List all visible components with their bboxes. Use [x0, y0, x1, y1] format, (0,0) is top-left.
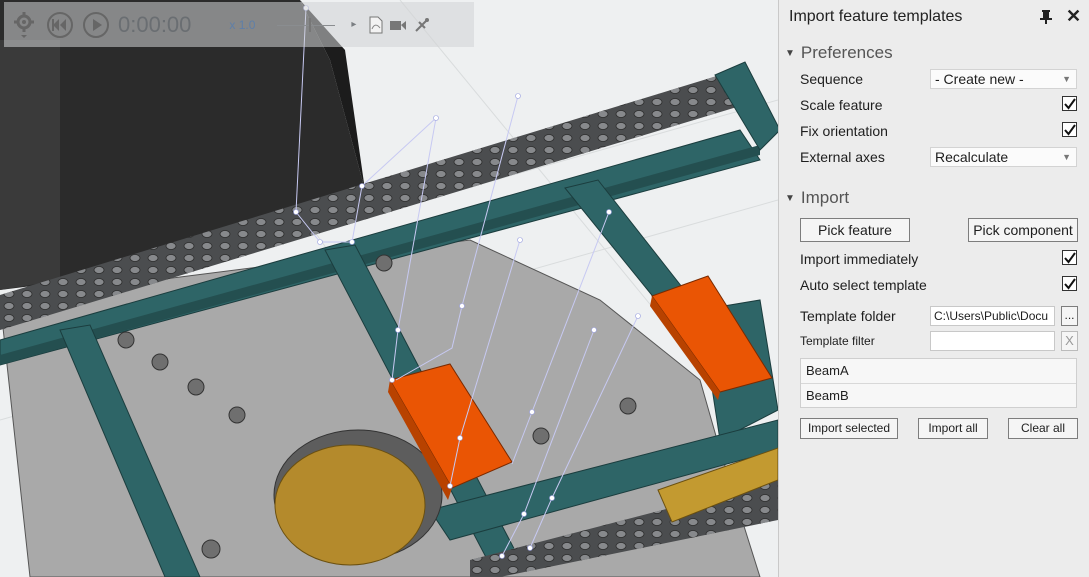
external-axes-label: External axes: [800, 149, 885, 165]
browse-folder-button[interactable]: ...: [1061, 306, 1078, 326]
auto-select-template-label: Auto select template: [800, 277, 927, 293]
import-section-header[interactable]: ▼ Import: [785, 188, 849, 208]
external-axes-dropdown[interactable]: Recalculate ▼: [930, 147, 1077, 167]
clear-all-button[interactable]: Clear all: [1008, 418, 1078, 439]
import-immediately-label: Import immediately: [800, 251, 919, 267]
import-heading: Import: [800, 188, 850, 207]
template-folder-field[interactable]: C:\Users\Public\Docu: [930, 306, 1055, 326]
scale-feature-label: Scale feature: [800, 97, 883, 113]
chevron-down-icon: ▼: [1062, 74, 1071, 84]
sequence-label: Sequence: [800, 71, 864, 87]
collapse-triangle-icon: ▼: [785, 47, 795, 59]
speed-slider[interactable]: ▸: [277, 15, 356, 35]
panel-title: Import feature templates: [789, 8, 963, 25]
import-feature-templates-panel: Import feature templates ✕ ▼ Preferences…: [778, 0, 1089, 577]
preferences-section-header[interactable]: ▼ Preferences: [785, 43, 893, 63]
import-immediately-checkbox[interactable]: [1062, 250, 1077, 265]
sequence-value: - Create new -: [935, 71, 1024, 87]
template-filter-label: Template filter: [800, 334, 875, 348]
scale-feature-checkbox[interactable]: [1062, 96, 1077, 111]
rewind-icon[interactable]: [46, 11, 74, 39]
playback-speed[interactable]: x 1.0: [229, 18, 255, 32]
preferences-heading: Preferences: [800, 43, 893, 62]
template-filter-input[interactable]: [930, 331, 1055, 351]
template-folder-label: Template folder: [800, 308, 896, 324]
fix-orientation-checkbox[interactable]: [1062, 122, 1077, 137]
3d-viewport[interactable]: 0:00:00 x 1.0 ▸: [0, 0, 778, 577]
pick-component-button[interactable]: Pick component: [968, 218, 1078, 242]
template-list: BeamA BeamB: [800, 358, 1077, 408]
playback-toolbar: 0:00:00 x 1.0 ▸: [4, 2, 474, 47]
pdf-icon[interactable]: [369, 16, 383, 34]
pin-icon[interactable]: [1038, 9, 1054, 25]
list-item[interactable]: BeamB: [801, 384, 1076, 408]
pick-feature-button[interactable]: Pick feature: [800, 218, 910, 242]
fix-orientation-label: Fix orientation: [800, 123, 888, 139]
collapse-triangle-icon: ▼: [785, 192, 795, 204]
chevron-down-icon: ▼: [1062, 152, 1071, 162]
scene-render: [0, 0, 778, 577]
auto-select-template-checkbox[interactable]: [1062, 276, 1077, 291]
import-all-button[interactable]: Import all: [918, 418, 988, 439]
list-item[interactable]: BeamA: [801, 359, 1076, 384]
play-icon[interactable]: [82, 11, 110, 39]
external-axes-value: Recalculate: [935, 149, 1009, 165]
close-icon[interactable]: ✕: [1066, 7, 1081, 25]
gear-icon[interactable]: [8, 11, 40, 39]
playback-time: 0:00:00: [118, 11, 192, 37]
import-selected-button[interactable]: Import selected: [800, 418, 898, 439]
satellite-icon[interactable]: [413, 16, 431, 34]
clear-filter-button[interactable]: X: [1061, 331, 1078, 351]
sequence-dropdown[interactable]: - Create new - ▼: [930, 69, 1077, 89]
video-camera-icon[interactable]: [389, 18, 407, 32]
